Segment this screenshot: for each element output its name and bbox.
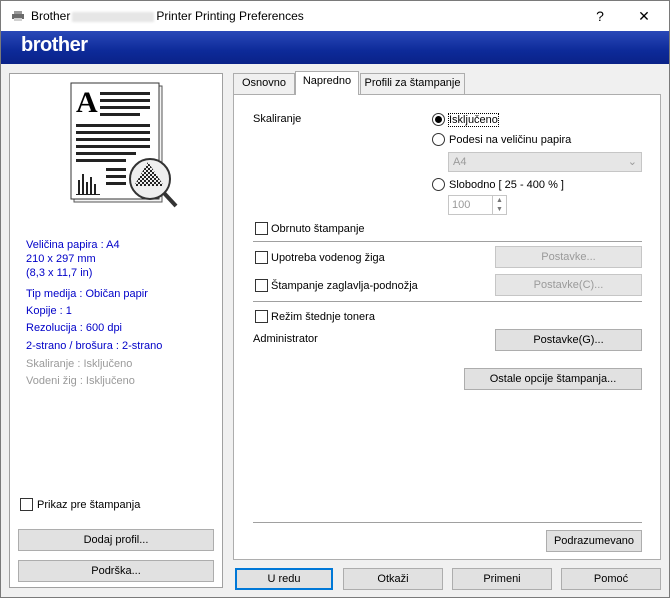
other-print-options-button[interactable]: Ostale opcije štampanja... bbox=[464, 368, 642, 390]
preview-panel: A Veličina papira : A4 210 x 297 mm (8,3… bbox=[9, 73, 223, 588]
paper-dimensions-mm: 210 x 297 mm bbox=[26, 253, 96, 265]
header-footer-settings-button[interactable]: Postavke(C)... bbox=[495, 274, 642, 296]
scaling-label: Skaliranje bbox=[253, 113, 302, 125]
ok-button[interactable]: U redu bbox=[235, 568, 333, 590]
separator bbox=[253, 241, 642, 242]
scaling-free-radio[interactable] bbox=[432, 178, 445, 191]
help-title-button[interactable]: ? bbox=[577, 1, 623, 31]
advanced-tab-panel: Skaliranje Isključeno Podesi na veličinu… bbox=[233, 94, 661, 560]
tab-basic[interactable]: Osnovno bbox=[233, 73, 295, 94]
document-preview-icon: A bbox=[70, 82, 178, 208]
reverse-print-label: Obrnuto štampanje bbox=[271, 223, 365, 235]
paper-size-info: Veličina papira : A4 bbox=[26, 239, 120, 251]
header-footer-checkbox[interactable] bbox=[255, 279, 268, 292]
scaling-fit-label: Podesi na veličinu papira bbox=[449, 134, 572, 146]
watermark-info: Vodeni žig : Isključeno bbox=[26, 375, 135, 387]
redacted-model bbox=[72, 11, 155, 22]
tab-advanced[interactable]: Napredno bbox=[295, 71, 359, 95]
scaling-percent-value: 100 bbox=[452, 199, 471, 211]
toner-save-checkbox[interactable] bbox=[255, 310, 268, 323]
resolution-info: Rezolucija : 600 dpi bbox=[26, 322, 123, 334]
preview-checkbox-label: Prikaz pre štampanja bbox=[37, 499, 141, 511]
header-footer-label: Štampanje zaglavlja-podnožja bbox=[271, 280, 418, 292]
apply-button[interactable]: Primeni bbox=[452, 568, 552, 590]
separator bbox=[253, 301, 642, 302]
window-title-suffix: Printer Printing Preferences bbox=[156, 9, 304, 23]
watermark-checkbox[interactable] bbox=[255, 251, 268, 264]
watermark-settings-button[interactable]: Postavke... bbox=[495, 246, 642, 268]
watermark-label: Upotreba vodenog žiga bbox=[271, 252, 385, 264]
reverse-print-checkbox[interactable] bbox=[255, 222, 268, 235]
printing-preferences-window: Brother Printer Printing Preferences ? ✕ … bbox=[0, 0, 670, 598]
duplex-info: 2-strano / brošura : 2-strano bbox=[26, 340, 163, 352]
admin-settings-button[interactable]: Postavke(G)... bbox=[495, 329, 642, 351]
brand-banner: brother bbox=[1, 31, 669, 64]
help-button[interactable]: Pomoć bbox=[561, 568, 661, 590]
administrator-label: Administrator bbox=[253, 333, 318, 345]
scaling-percent-spinner[interactable]: 100 ▲ ▼ bbox=[448, 195, 507, 215]
paper-size-value: A4 bbox=[453, 156, 467, 168]
spin-arrows-icon: ▲ ▼ bbox=[492, 196, 506, 214]
add-profile-button[interactable]: Dodaj profil... bbox=[18, 529, 214, 551]
scaling-free-label: Slobodno [ 25 - 400 % ] bbox=[449, 179, 564, 191]
tab-print-profiles[interactable]: Profili za štampanje bbox=[360, 73, 465, 94]
chevron-down-icon: ⌄ bbox=[627, 156, 637, 168]
copies-info: Kopije : 1 bbox=[26, 305, 72, 317]
support-button[interactable]: Podrška... bbox=[18, 560, 214, 582]
scaling-off-label: Isključeno bbox=[448, 113, 499, 127]
cancel-button[interactable]: Otkaži bbox=[343, 568, 443, 590]
svg-text:A: A bbox=[76, 86, 98, 119]
brother-logo: brother bbox=[21, 34, 88, 56]
toner-save-label: Režim štednje tonera bbox=[271, 311, 375, 323]
printer-icon bbox=[12, 11, 24, 21]
media-type-info: Tip medija : Običan papir bbox=[26, 288, 148, 300]
window-title: Brother Printer Printing Preferences bbox=[31, 9, 304, 23]
scaling-info: Skaliranje : Isključeno bbox=[26, 358, 133, 370]
paper-dimensions-in: (8,3 x 11,7 in) bbox=[26, 267, 93, 279]
preview-checkbox[interactable] bbox=[20, 498, 33, 511]
default-button[interactable]: Podrazumevano bbox=[546, 530, 642, 552]
paper-size-select[interactable]: A4 ⌄ bbox=[448, 152, 642, 172]
close-button[interactable]: ✕ bbox=[621, 1, 667, 31]
separator bbox=[253, 522, 642, 523]
window-title-prefix: Brother bbox=[31, 9, 71, 23]
title-bar: Brother Printer Printing Preferences ? ✕ bbox=[1, 1, 669, 31]
scaling-fit-radio[interactable] bbox=[432, 133, 445, 146]
scaling-off-radio[interactable] bbox=[432, 113, 445, 126]
